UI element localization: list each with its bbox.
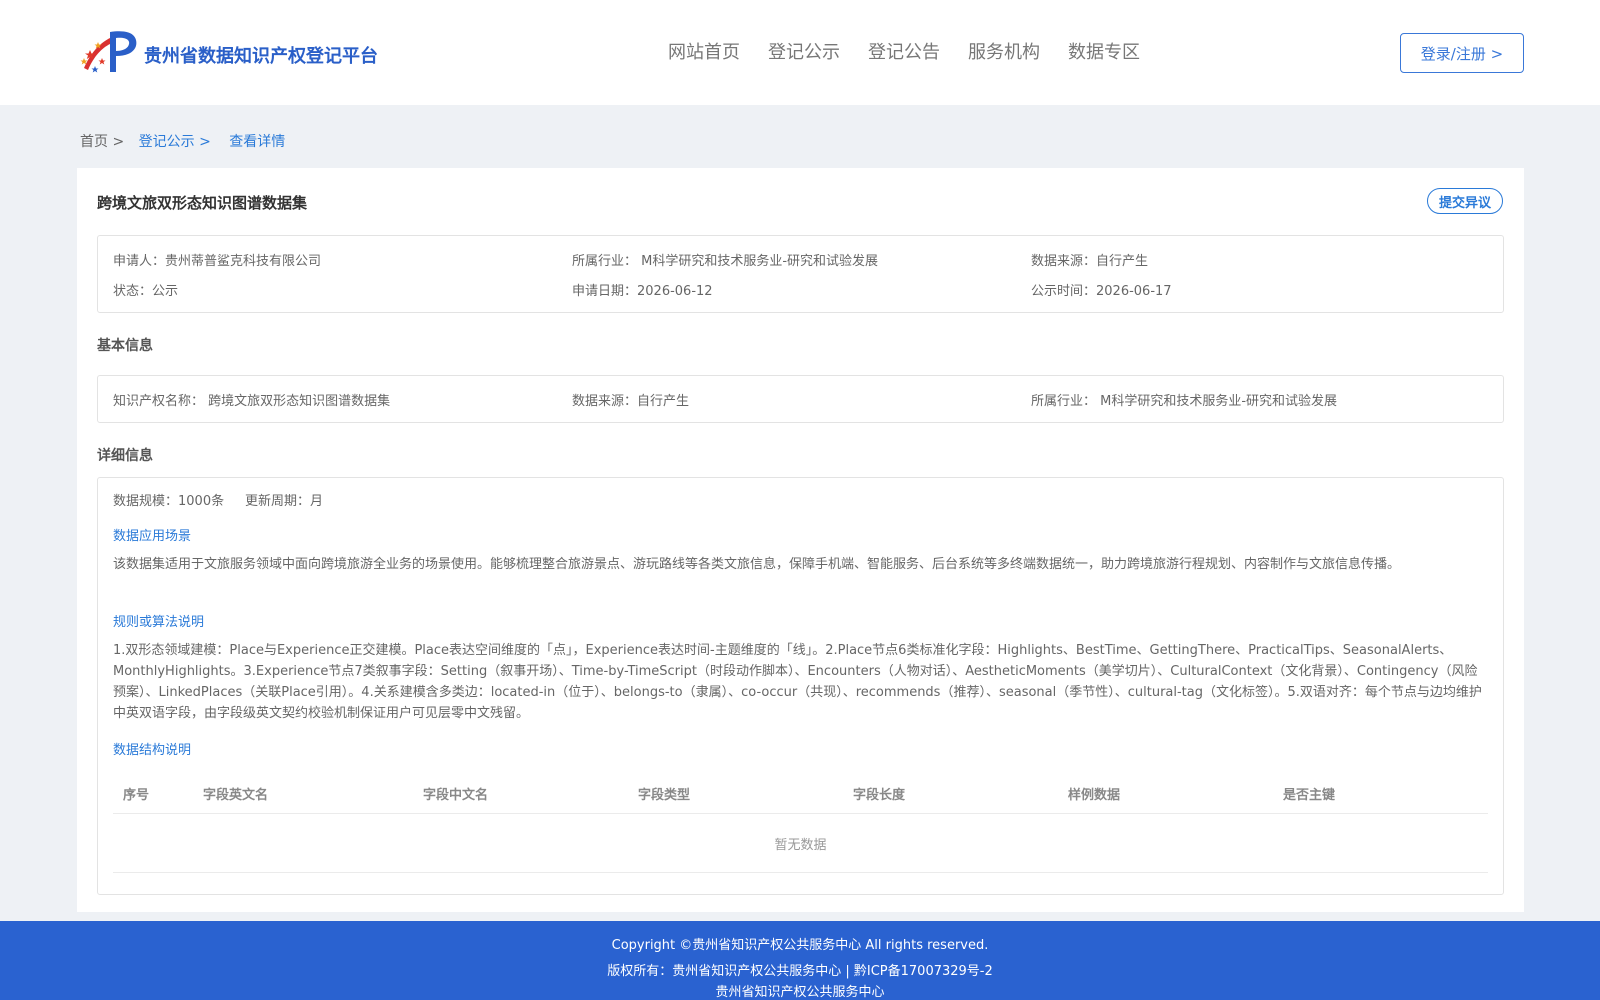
apply-date-value: 2026-06-12 bbox=[637, 284, 713, 299]
basic-info-heading: 基本信息 bbox=[97, 338, 153, 354]
basic-industry-value: M科学研究和技术服务业-研究和试验发展 bbox=[1096, 394, 1338, 409]
col-field-en: 字段英文名 bbox=[203, 788, 269, 803]
industry-field: 所属行业： M科学研究和技术服务业-研究和试验发展 bbox=[572, 250, 878, 269]
source-label: 数据来源： bbox=[1031, 254, 1097, 269]
publish-date-field: 公示时间：2026-06-17 bbox=[1031, 280, 1172, 299]
basic-source-value: 自行产生 bbox=[637, 394, 690, 409]
publish-date-value: 2026-06-17 bbox=[1096, 284, 1172, 299]
detail-info-heading: 详细信息 bbox=[97, 448, 153, 464]
industry-label: 所属行业： bbox=[572, 254, 638, 269]
status-label: 状态： bbox=[113, 284, 153, 299]
apply-date-label: 申请日期： bbox=[572, 284, 638, 299]
rules-text: 1.双形态领域建模：Place与Experience正交建模。Place表达空间… bbox=[113, 643, 1482, 721]
data-scale-field: 数据规模：1000条 bbox=[113, 490, 224, 509]
source-field: 数据来源：自行产生 bbox=[1031, 250, 1148, 269]
nav-registration-notice[interactable]: 登记公示 bbox=[768, 38, 840, 64]
nav-data-zone[interactable]: 数据专区 bbox=[1068, 38, 1140, 64]
applicant-value: 贵州蒂普鲨克科技有限公司 bbox=[165, 254, 322, 269]
detail-panel: 跨境文旅双形态知识图谱数据集 提交异议 申请人：贵州蒂普鲨克科技有限公司 所属行… bbox=[77, 168, 1524, 912]
login-register-button[interactable]: 登录/注册 > bbox=[1400, 33, 1524, 73]
ip-name-field: 知识产权名称： 跨境文旅双形态知识图谱数据集 bbox=[113, 390, 390, 409]
col-sample: 样例数据 bbox=[1068, 788, 1121, 803]
structure-heading: 数据结构说明 bbox=[113, 743, 192, 758]
publish-date-label: 公示时间： bbox=[1031, 284, 1097, 299]
col-field-type: 字段类型 bbox=[638, 788, 691, 803]
footer-org: 贵州省知识产权公共服务中心 bbox=[715, 985, 885, 1000]
dataset-title: 跨境文旅双形态知识图谱数据集 bbox=[97, 194, 308, 212]
nav-home[interactable]: 网站首页 bbox=[668, 38, 740, 64]
footer: Copyright ©贵州省知识产权公共服务中心 All rights rese… bbox=[0, 921, 1600, 1000]
basic-industry-field: 所属行业： M科学研究和技术服务业-研究和试验发展 bbox=[1031, 390, 1337, 409]
detail-info-box: 数据规模：1000条 更新周期：月 数据应用场景 该数据集适用于文旅服务领域中面… bbox=[97, 477, 1504, 895]
basic-source-label: 数据来源： bbox=[572, 394, 638, 409]
basic-info-box: 知识产权名称： 跨境文旅双形态知识图谱数据集 数据来源：自行产生 所属行业： M… bbox=[97, 375, 1504, 423]
status-value: 公示 bbox=[152, 284, 179, 299]
basic-source-field: 数据来源：自行产生 bbox=[572, 390, 689, 409]
update-cycle-field: 更新周期：月 bbox=[245, 490, 323, 509]
status-field: 状态：公示 bbox=[113, 280, 178, 299]
top-header: 贵州省数据知识产权登记平台 网站首页 登记公示 登记公告 服务机构 数据专区 登… bbox=[0, 0, 1600, 105]
basic-industry-label: 所属行业： bbox=[1031, 394, 1097, 409]
data-scale-value: 1000条 bbox=[178, 494, 225, 509]
ip-name-label: 知识产权名称： bbox=[113, 394, 205, 409]
scenario-heading: 数据应用场景 bbox=[113, 529, 192, 544]
col-index: 序号 bbox=[123, 788, 150, 803]
breadcrumb-home[interactable]: 首页 > bbox=[80, 134, 124, 150]
industry-value: M科学研究和技术服务业-研究和试验发展 bbox=[637, 254, 879, 269]
site-logo-icon[interactable] bbox=[80, 28, 138, 80]
data-scale-label: 数据规模： bbox=[113, 494, 179, 509]
summary-box: 申请人：贵州蒂普鲨克科技有限公司 所属行业： M科学研究和技术服务业-研究和试验… bbox=[97, 235, 1504, 313]
nav-service-agencies[interactable]: 服务机构 bbox=[968, 38, 1040, 64]
structure-table-header: 序号 字段英文名 字段中文名 字段类型 字段长度 样例数据 是否主键 bbox=[113, 770, 1488, 814]
applicant-field: 申请人：贵州蒂普鲨克科技有限公司 bbox=[113, 250, 321, 269]
footer-icp: 版权所有：贵州省知识产权公共服务中心 | 黔ICP备17007329号-2 bbox=[607, 964, 993, 979]
site-title[interactable]: 贵州省数据知识产权登记平台 bbox=[144, 42, 378, 68]
update-cycle-value: 月 bbox=[310, 494, 324, 509]
source-value: 自行产生 bbox=[1096, 254, 1149, 269]
breadcrumb-list[interactable]: 登记公示 > bbox=[139, 134, 211, 150]
col-primary-key: 是否主键 bbox=[1283, 788, 1336, 803]
rules-heading: 规则或算法说明 bbox=[113, 615, 205, 630]
submit-objection-button[interactable]: 提交异议 bbox=[1427, 188, 1503, 214]
breadcrumb-current: 查看详情 bbox=[229, 134, 286, 150]
scenario-text: 该数据集适用于文旅服务领域中面向跨境旅游全业务的场景使用。能够梳理整合旅游景点、… bbox=[113, 557, 1401, 572]
update-cycle-label: 更新周期： bbox=[245, 494, 311, 509]
main-nav: 网站首页 登记公示 登记公告 服务机构 数据专区 bbox=[668, 38, 1168, 64]
table-empty-state: 暂无数据 bbox=[113, 814, 1488, 873]
apply-date-field: 申请日期：2026-06-12 bbox=[572, 280, 713, 299]
col-field-cn: 字段中文名 bbox=[423, 788, 489, 803]
ip-name-value: 跨境文旅双形态知识图谱数据集 bbox=[204, 394, 391, 409]
nav-registration-announcement[interactable]: 登记公告 bbox=[868, 38, 940, 64]
footer-copyright: Copyright ©贵州省知识产权公共服务中心 All rights rese… bbox=[611, 938, 989, 953]
applicant-label: 申请人： bbox=[113, 254, 166, 269]
breadcrumb: 首页 > 登记公示 > 查看详情 bbox=[80, 131, 285, 151]
col-field-length: 字段长度 bbox=[853, 788, 906, 803]
